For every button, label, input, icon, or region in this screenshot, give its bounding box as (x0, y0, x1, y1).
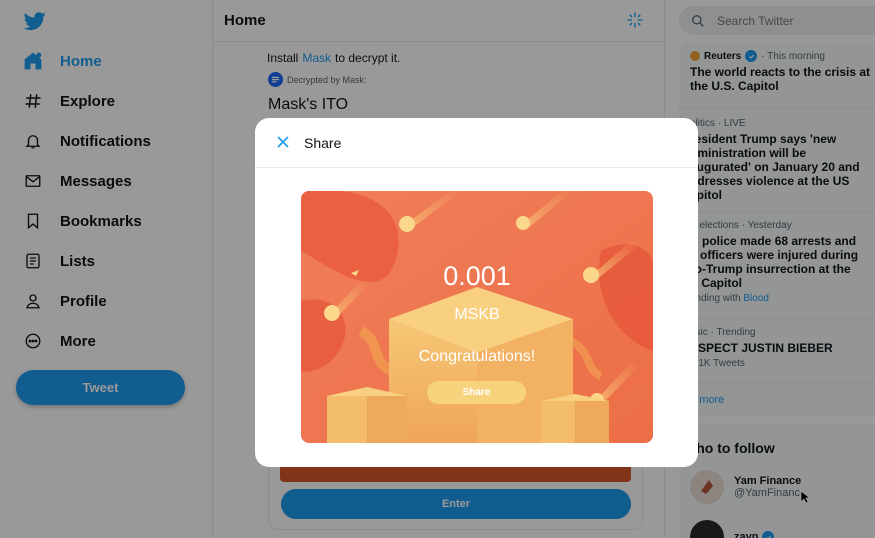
red-packet-card: 0.001 MSKB Congratulations! Share (301, 191, 653, 443)
dialog-title: Share (304, 135, 342, 151)
close-icon[interactable] (275, 134, 291, 150)
dialog-header: Share (255, 118, 698, 168)
red-packet-token: MSKB (454, 306, 500, 323)
share-dialog: Share 0.001 MSKB Congratulations! Share (255, 118, 698, 467)
red-packet-congrats: Congratulations! (418, 348, 536, 365)
red-packet-amount: 0.001 (443, 261, 511, 291)
share-button[interactable]: Share (427, 381, 526, 404)
